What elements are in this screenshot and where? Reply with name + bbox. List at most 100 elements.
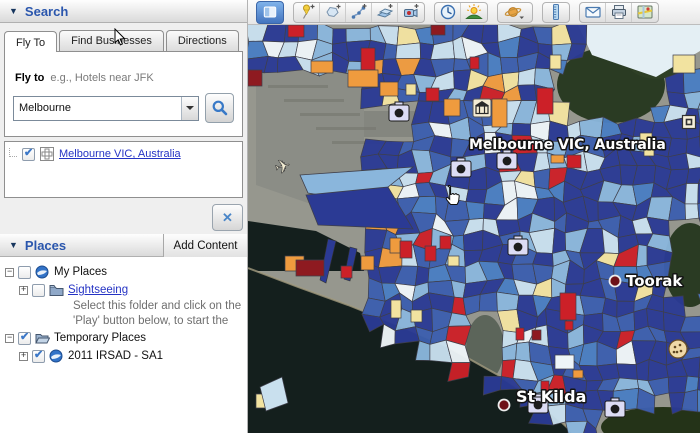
tree-item-temporary-places[interactable]: Temporary Places — [5, 329, 247, 347]
add-placemark-button[interactable] — [294, 3, 320, 22]
tree-item-irsad[interactable]: 2011 IRSAD - SA1 — [5, 347, 247, 365]
sightseeing-checkbox[interactable] — [32, 284, 45, 297]
crosshair-icon[interactable] — [40, 147, 54, 161]
fly-to-value[interactable]: Melbourne — [14, 102, 181, 114]
sidebar: ▼ Search Fly To Find Businesses Directio… — [0, 0, 248, 433]
add-image-overlay-button[interactable] — [372, 3, 398, 22]
path-icon — [350, 3, 368, 21]
photo-icon[interactable] — [508, 236, 528, 255]
search-result-row: Melbourne VIC, Australia — [9, 147, 238, 161]
tab-directions[interactable]: Directions — [166, 30, 239, 51]
map-icon — [636, 3, 654, 21]
tree-item-link[interactable]: Sightseeing — [68, 284, 128, 296]
photo-icon[interactable] — [605, 398, 625, 417]
map-viewport[interactable]: ✈Melbourne VIC, AustraliaToorakSt Kilda — [248, 25, 700, 433]
places-tree: My Places Sightseeing Select this folder… — [0, 257, 247, 433]
fly-to-combobox[interactable]: Melbourne — [13, 96, 199, 121]
share-tools-group — [579, 2, 659, 23]
saturn-icon — [504, 3, 526, 21]
museum-icon[interactable] — [473, 99, 491, 117]
folder-icon — [49, 284, 64, 297]
printer-icon — [610, 3, 628, 21]
globe-icon — [49, 350, 64, 363]
search-panel-title: Search — [25, 4, 68, 19]
search-panel-body: Fly To Find Businesses Directions Fly to… — [0, 23, 247, 234]
fly-to-panel: Fly to e.g., Hotels near JFK Melbourne — [4, 51, 243, 137]
sidebar-panel-icon — [263, 4, 277, 20]
collapse-triangle-icon[interactable]: ▼ — [9, 6, 18, 16]
clock-icon — [439, 3, 457, 21]
polygon-icon — [324, 3, 342, 21]
photo-icon[interactable] — [451, 158, 471, 177]
search-result-link[interactable]: Melbourne VIC, Australia — [59, 148, 181, 160]
tree-item-sightseeing[interactable]: Sightseeing — [5, 281, 247, 299]
search-panel-header: ▼ Search — [0, 0, 247, 23]
pushpin-icon — [298, 3, 316, 21]
map-place-label: Toorak — [626, 272, 683, 290]
place-dot[interactable] — [610, 276, 621, 287]
expander-icon[interactable] — [19, 352, 28, 361]
email-button[interactable] — [580, 3, 606, 22]
add-path-button[interactable] — [346, 3, 372, 22]
print-button[interactable] — [606, 3, 632, 22]
search-results-box: Melbourne VIC, Australia — [4, 141, 243, 198]
tree-item-label: Temporary Places — [54, 332, 146, 344]
open-folder-icon — [35, 332, 50, 345]
tree-item-my-places[interactable]: My Places — [5, 263, 247, 281]
irsad-checkbox[interactable] — [32, 350, 45, 363]
map-place-label: Melbourne VIC, Australia — [469, 137, 666, 153]
expander-icon[interactable] — [19, 286, 28, 295]
tree-item-label: 2011 IRSAD - SA1 — [68, 350, 163, 362]
expander-icon[interactable] — [5, 334, 14, 343]
lookout-icon[interactable] — [683, 116, 696, 129]
image-overlay-icon — [376, 3, 394, 21]
collapse-triangle-icon[interactable]: ▼ — [9, 240, 18, 250]
fly-to-label: Fly to — [15, 72, 44, 84]
magnifier-icon — [211, 99, 229, 117]
map-canvas[interactable]: ✈Melbourne VIC, AustraliaToorakSt Kilda — [248, 25, 700, 433]
sidebar-toggle-button[interactable] — [256, 1, 284, 24]
creation-tools-group — [293, 2, 425, 23]
planet-group — [497, 2, 533, 23]
fly-to-hint: e.g., Hotels near JFK — [50, 72, 153, 84]
folder-description-line: 'Play' button below, to start the — [5, 314, 247, 329]
add-content-button[interactable]: Add Content — [163, 234, 247, 257]
tree-item-label: My Places — [54, 266, 107, 278]
food-icon[interactable] — [669, 340, 687, 358]
tab-find-businesses[interactable]: Find Businesses — [59, 30, 164, 51]
clear-row: ✕ — [0, 198, 247, 234]
record-tour-button[interactable] — [398, 3, 424, 22]
photo-icon[interactable] — [389, 102, 409, 121]
main-area: ✈Melbourne VIC, AustraliaToorakSt Kilda — [248, 0, 700, 433]
places-panel-header: ▼ Places Add Content — [0, 234, 247, 257]
temporary-places-checkbox[interactable] — [18, 332, 31, 345]
folder-description-line: Select this folder and click on the — [5, 299, 247, 314]
historical-imagery-button[interactable] — [435, 3, 461, 22]
time-tools-group — [434, 2, 488, 23]
tree-guide — [9, 148, 17, 157]
tab-fly-to[interactable]: Fly To — [4, 31, 57, 52]
search-button[interactable] — [205, 93, 234, 123]
my-places-checkbox[interactable] — [18, 266, 31, 279]
ruler-button[interactable] — [543, 3, 569, 22]
add-polygon-button[interactable] — [320, 3, 346, 22]
sun-icon — [465, 3, 483, 21]
camcorder-icon — [402, 3, 420, 21]
expander-icon[interactable] — [5, 268, 14, 277]
envelope-icon — [584, 3, 602, 21]
ruler-group — [542, 2, 570, 23]
sunlight-button[interactable] — [461, 3, 487, 22]
toolbar — [248, 0, 700, 25]
view-in-maps-button[interactable] — [632, 3, 658, 22]
planet-selector-button[interactable] — [498, 3, 532, 22]
map-place-label: St Kilda — [516, 387, 586, 406]
ruler-icon — [547, 3, 565, 21]
fly-to-hint-line: Fly to e.g., Hotels near JFK — [15, 72, 232, 84]
globe-icon — [35, 266, 50, 279]
result-checkbox[interactable] — [22, 148, 35, 161]
google-earth-window: ▼ Search Fly To Find Businesses Directio… — [0, 0, 700, 433]
clear-search-button[interactable]: ✕ — [212, 204, 243, 231]
mouse-arrow-cursor — [114, 28, 128, 48]
place-dot[interactable] — [499, 400, 510, 411]
combo-dropdown-button[interactable] — [181, 97, 198, 120]
